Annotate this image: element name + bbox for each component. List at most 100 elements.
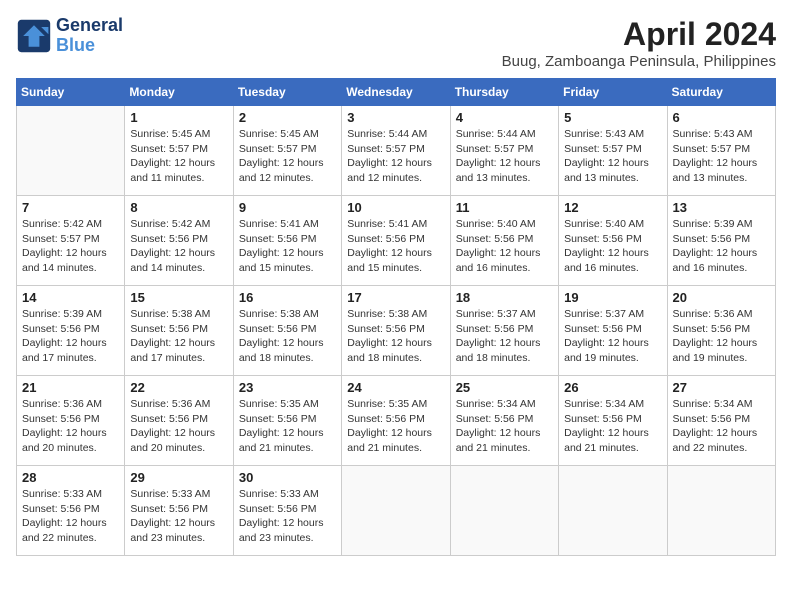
calendar-cell: 28 Sunrise: 5:33 AMSunset: 5:56 PMDaylig… bbox=[17, 466, 125, 556]
month-title: April 2024 bbox=[502, 16, 776, 53]
calendar-cell: 3 Sunrise: 5:44 AMSunset: 5:57 PMDayligh… bbox=[342, 106, 450, 196]
day-number: 27 bbox=[673, 380, 770, 395]
calendar-cell: 9 Sunrise: 5:41 AMSunset: 5:56 PMDayligh… bbox=[233, 196, 341, 286]
day-number: 26 bbox=[564, 380, 661, 395]
cell-info: Sunrise: 5:39 AMSunset: 5:56 PMDaylight:… bbox=[22, 307, 119, 366]
calendar-cell bbox=[17, 106, 125, 196]
calendar-cell: 11 Sunrise: 5:40 AMSunset: 5:56 PMDaylig… bbox=[450, 196, 558, 286]
logo: General Blue bbox=[16, 16, 123, 56]
calendar-cell: 2 Sunrise: 5:45 AMSunset: 5:57 PMDayligh… bbox=[233, 106, 341, 196]
cell-info: Sunrise: 5:34 AMSunset: 5:56 PMDaylight:… bbox=[564, 397, 661, 456]
day-number: 3 bbox=[347, 110, 444, 125]
day-number: 23 bbox=[239, 380, 336, 395]
cell-info: Sunrise: 5:33 AMSunset: 5:56 PMDaylight:… bbox=[239, 487, 336, 546]
calendar-week-row: 28 Sunrise: 5:33 AMSunset: 5:56 PMDaylig… bbox=[17, 466, 776, 556]
cell-info: Sunrise: 5:45 AMSunset: 5:57 PMDaylight:… bbox=[239, 127, 336, 186]
day-number: 20 bbox=[673, 290, 770, 305]
calendar-cell: 4 Sunrise: 5:44 AMSunset: 5:57 PMDayligh… bbox=[450, 106, 558, 196]
cell-info: Sunrise: 5:37 AMSunset: 5:56 PMDaylight:… bbox=[456, 307, 553, 366]
calendar-cell: 8 Sunrise: 5:42 AMSunset: 5:56 PMDayligh… bbox=[125, 196, 233, 286]
calendar-cell: 6 Sunrise: 5:43 AMSunset: 5:57 PMDayligh… bbox=[667, 106, 775, 196]
cell-info: Sunrise: 5:39 AMSunset: 5:56 PMDaylight:… bbox=[673, 217, 770, 276]
cell-info: Sunrise: 5:36 AMSunset: 5:56 PMDaylight:… bbox=[22, 397, 119, 456]
day-number: 4 bbox=[456, 110, 553, 125]
day-number: 28 bbox=[22, 470, 119, 485]
calendar-cell: 26 Sunrise: 5:34 AMSunset: 5:56 PMDaylig… bbox=[559, 376, 667, 466]
calendar-cell: 19 Sunrise: 5:37 AMSunset: 5:56 PMDaylig… bbox=[559, 286, 667, 376]
cell-info: Sunrise: 5:33 AMSunset: 5:56 PMDaylight:… bbox=[130, 487, 227, 546]
calendar-day-header: Saturday bbox=[667, 79, 775, 106]
calendar-cell bbox=[559, 466, 667, 556]
title-area: April 2024 Buug, Zamboanga Peninsula, Ph… bbox=[502, 16, 776, 70]
calendar-cell bbox=[667, 466, 775, 556]
cell-info: Sunrise: 5:41 AMSunset: 5:56 PMDaylight:… bbox=[239, 217, 336, 276]
calendar-cell: 5 Sunrise: 5:43 AMSunset: 5:57 PMDayligh… bbox=[559, 106, 667, 196]
calendar-day-header: Monday bbox=[125, 79, 233, 106]
calendar-cell: 23 Sunrise: 5:35 AMSunset: 5:56 PMDaylig… bbox=[233, 376, 341, 466]
calendar-cell: 12 Sunrise: 5:40 AMSunset: 5:56 PMDaylig… bbox=[559, 196, 667, 286]
calendar-cell: 30 Sunrise: 5:33 AMSunset: 5:56 PMDaylig… bbox=[233, 466, 341, 556]
logo-icon bbox=[16, 18, 52, 54]
day-number: 6 bbox=[673, 110, 770, 125]
calendar-cell: 13 Sunrise: 5:39 AMSunset: 5:56 PMDaylig… bbox=[667, 196, 775, 286]
cell-info: Sunrise: 5:40 AMSunset: 5:56 PMDaylight:… bbox=[456, 217, 553, 276]
cell-info: Sunrise: 5:43 AMSunset: 5:57 PMDaylight:… bbox=[673, 127, 770, 186]
location-title: Buug, Zamboanga Peninsula, Philippines bbox=[502, 53, 776, 70]
day-number: 19 bbox=[564, 290, 661, 305]
cell-info: Sunrise: 5:36 AMSunset: 5:56 PMDaylight:… bbox=[130, 397, 227, 456]
day-number: 22 bbox=[130, 380, 227, 395]
cell-info: Sunrise: 5:34 AMSunset: 5:56 PMDaylight:… bbox=[456, 397, 553, 456]
day-number: 7 bbox=[22, 200, 119, 215]
cell-info: Sunrise: 5:41 AMSunset: 5:56 PMDaylight:… bbox=[347, 217, 444, 276]
day-number: 18 bbox=[456, 290, 553, 305]
calendar-day-header: Wednesday bbox=[342, 79, 450, 106]
cell-info: Sunrise: 5:45 AMSunset: 5:57 PMDaylight:… bbox=[130, 127, 227, 186]
cell-info: Sunrise: 5:42 AMSunset: 5:57 PMDaylight:… bbox=[22, 217, 119, 276]
calendar-cell: 20 Sunrise: 5:36 AMSunset: 5:56 PMDaylig… bbox=[667, 286, 775, 376]
calendar-cell: 10 Sunrise: 5:41 AMSunset: 5:56 PMDaylig… bbox=[342, 196, 450, 286]
day-number: 12 bbox=[564, 200, 661, 215]
calendar-body: 1 Sunrise: 5:45 AMSunset: 5:57 PMDayligh… bbox=[17, 106, 776, 556]
calendar-cell: 1 Sunrise: 5:45 AMSunset: 5:57 PMDayligh… bbox=[125, 106, 233, 196]
calendar-cell: 29 Sunrise: 5:33 AMSunset: 5:56 PMDaylig… bbox=[125, 466, 233, 556]
day-number: 17 bbox=[347, 290, 444, 305]
logo-text: General Blue bbox=[56, 16, 123, 56]
day-number: 5 bbox=[564, 110, 661, 125]
day-number: 14 bbox=[22, 290, 119, 305]
day-number: 13 bbox=[673, 200, 770, 215]
calendar-day-header: Friday bbox=[559, 79, 667, 106]
cell-info: Sunrise: 5:40 AMSunset: 5:56 PMDaylight:… bbox=[564, 217, 661, 276]
calendar-cell: 27 Sunrise: 5:34 AMSunset: 5:56 PMDaylig… bbox=[667, 376, 775, 466]
calendar-cell: 16 Sunrise: 5:38 AMSunset: 5:56 PMDaylig… bbox=[233, 286, 341, 376]
calendar-cell: 15 Sunrise: 5:38 AMSunset: 5:56 PMDaylig… bbox=[125, 286, 233, 376]
calendar-day-header: Thursday bbox=[450, 79, 558, 106]
cell-info: Sunrise: 5:38 AMSunset: 5:56 PMDaylight:… bbox=[239, 307, 336, 366]
day-number: 21 bbox=[22, 380, 119, 395]
cell-info: Sunrise: 5:37 AMSunset: 5:56 PMDaylight:… bbox=[564, 307, 661, 366]
cell-info: Sunrise: 5:33 AMSunset: 5:56 PMDaylight:… bbox=[22, 487, 119, 546]
calendar-cell: 21 Sunrise: 5:36 AMSunset: 5:56 PMDaylig… bbox=[17, 376, 125, 466]
day-number: 25 bbox=[456, 380, 553, 395]
calendar-week-row: 21 Sunrise: 5:36 AMSunset: 5:56 PMDaylig… bbox=[17, 376, 776, 466]
cell-info: Sunrise: 5:36 AMSunset: 5:56 PMDaylight:… bbox=[673, 307, 770, 366]
cell-info: Sunrise: 5:35 AMSunset: 5:56 PMDaylight:… bbox=[239, 397, 336, 456]
day-number: 30 bbox=[239, 470, 336, 485]
cell-info: Sunrise: 5:42 AMSunset: 5:56 PMDaylight:… bbox=[130, 217, 227, 276]
day-number: 11 bbox=[456, 200, 553, 215]
page-header: General Blue April 2024 Buug, Zamboanga … bbox=[16, 16, 776, 70]
day-number: 10 bbox=[347, 200, 444, 215]
day-number: 16 bbox=[239, 290, 336, 305]
calendar-week-row: 14 Sunrise: 5:39 AMSunset: 5:56 PMDaylig… bbox=[17, 286, 776, 376]
cell-info: Sunrise: 5:34 AMSunset: 5:56 PMDaylight:… bbox=[673, 397, 770, 456]
calendar-table: SundayMondayTuesdayWednesdayThursdayFrid… bbox=[16, 78, 776, 556]
calendar-cell: 17 Sunrise: 5:38 AMSunset: 5:56 PMDaylig… bbox=[342, 286, 450, 376]
cell-info: Sunrise: 5:38 AMSunset: 5:56 PMDaylight:… bbox=[347, 307, 444, 366]
calendar-day-header: Tuesday bbox=[233, 79, 341, 106]
calendar-cell: 14 Sunrise: 5:39 AMSunset: 5:56 PMDaylig… bbox=[17, 286, 125, 376]
calendar-cell: 22 Sunrise: 5:36 AMSunset: 5:56 PMDaylig… bbox=[125, 376, 233, 466]
calendar-cell: 7 Sunrise: 5:42 AMSunset: 5:57 PMDayligh… bbox=[17, 196, 125, 286]
calendar-week-row: 1 Sunrise: 5:45 AMSunset: 5:57 PMDayligh… bbox=[17, 106, 776, 196]
calendar-cell bbox=[450, 466, 558, 556]
day-number: 29 bbox=[130, 470, 227, 485]
day-number: 2 bbox=[239, 110, 336, 125]
